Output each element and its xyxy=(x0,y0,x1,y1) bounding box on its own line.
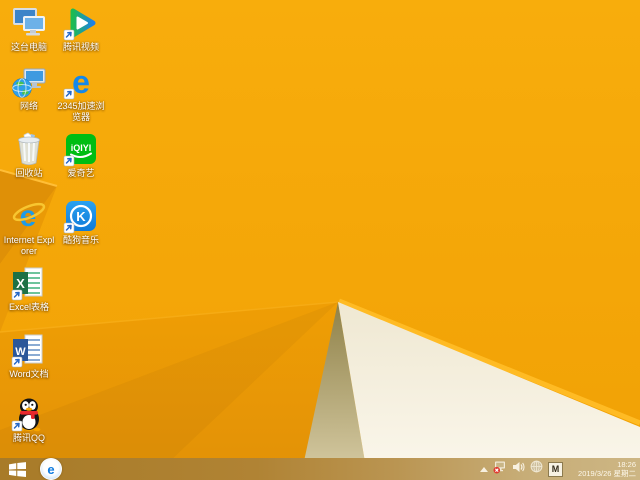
speaker-icon xyxy=(513,462,525,472)
network-icon xyxy=(11,64,47,100)
tray-globe[interactable] xyxy=(530,460,543,478)
clock-date: 2019/3/26 星期二 xyxy=(578,469,636,478)
taskbar-browser-icon[interactable]: e xyxy=(40,458,62,480)
icon-label: Excel表格 xyxy=(8,302,49,312)
input-method-indicator[interactable]: M xyxy=(548,461,563,477)
icon-label: Internet Explorer xyxy=(3,235,55,256)
icon-label: 这台电脑 xyxy=(10,42,47,52)
globe-icon xyxy=(530,460,543,473)
shortcut-arrow-badge xyxy=(11,420,23,432)
qq-icon xyxy=(11,396,47,432)
taskbar-clock[interactable]: 18:26 2019/3/26 星期二 xyxy=(568,460,636,478)
this-pc-icon xyxy=(11,5,47,41)
shortcut-arrow-badge xyxy=(63,222,75,234)
chevron-up-icon xyxy=(480,466,488,472)
desktop-icon-qq[interactable]: 腾讯QQ xyxy=(3,396,55,444)
desktop-icon-network[interactable]: 网络 xyxy=(3,64,55,112)
shortcut-arrow-badge xyxy=(11,356,23,368)
icon-label: 腾讯QQ xyxy=(12,433,45,443)
word-icon: W xyxy=(11,332,47,368)
internet-explorer-icon: e xyxy=(11,198,47,234)
svg-text:X: X xyxy=(16,276,25,291)
desktop-icon-word[interactable]: W Word文档 xyxy=(3,332,55,380)
icon-label: 网络 xyxy=(19,101,38,111)
icon-label: 回收站 xyxy=(15,168,43,178)
system-tray: M 18:26 2019/3/26 星期二 xyxy=(480,458,640,480)
svg-text:iQIYI: iQIYI xyxy=(71,143,92,153)
kugou-icon: K xyxy=(63,198,99,234)
tray-volume[interactable] xyxy=(512,460,525,478)
iqiyi-icon: iQIYI xyxy=(63,131,99,167)
desktop-icon-kugou[interactable]: K 酷狗音乐 xyxy=(55,198,107,246)
network-disconnected-icon xyxy=(493,461,505,473)
excel-icon: X xyxy=(11,265,47,301)
shortcut-arrow-badge xyxy=(63,88,75,100)
icon-label: 酷狗音乐 xyxy=(62,235,99,245)
shortcut-arrow-badge xyxy=(11,289,23,301)
icon-label: 2345加速浏览器 xyxy=(57,101,105,122)
shortcut-arrow-badge xyxy=(63,29,75,41)
desktop-icon-iqiyi[interactable]: iQIYI 爱奇艺 xyxy=(55,131,107,179)
2345-browser-icon: e xyxy=(63,64,99,100)
desktop-icon-this-pc[interactable]: 这台电脑 xyxy=(3,5,55,53)
tray-network-status[interactable] xyxy=(493,460,507,479)
svg-text:e: e xyxy=(72,64,90,100)
recycle-bin-icon xyxy=(11,131,47,167)
tencent-video-icon xyxy=(63,5,99,41)
desktop-icon-2345-browser[interactable]: e 2345加速浏览器 xyxy=(55,64,107,123)
svg-text:W: W xyxy=(15,346,26,358)
icon-label: Word文档 xyxy=(9,369,49,379)
icon-label: 腾讯视频 xyxy=(62,42,99,52)
shortcut-arrow-badge xyxy=(63,155,75,167)
desktop-icon-tencent-video[interactable]: 腾讯视频 xyxy=(55,5,107,53)
taskbar: e M 18:26 2019/3/26 星期二 xyxy=(0,458,640,480)
show-hidden-icons-chevron[interactable] xyxy=(480,466,488,472)
desktop-icon-internet-explorer[interactable]: e Internet Explorer xyxy=(3,198,55,257)
start-button[interactable] xyxy=(0,458,34,480)
desktop-icon-recycle-bin[interactable]: 回收站 xyxy=(3,131,55,179)
desktop-icon-excel[interactable]: X Excel表格 xyxy=(3,265,55,313)
clock-time: 18:26 xyxy=(617,460,636,469)
windows-logo-icon xyxy=(8,461,26,477)
icon-label: 爱奇艺 xyxy=(67,168,95,178)
svg-text:K: K xyxy=(76,209,86,224)
